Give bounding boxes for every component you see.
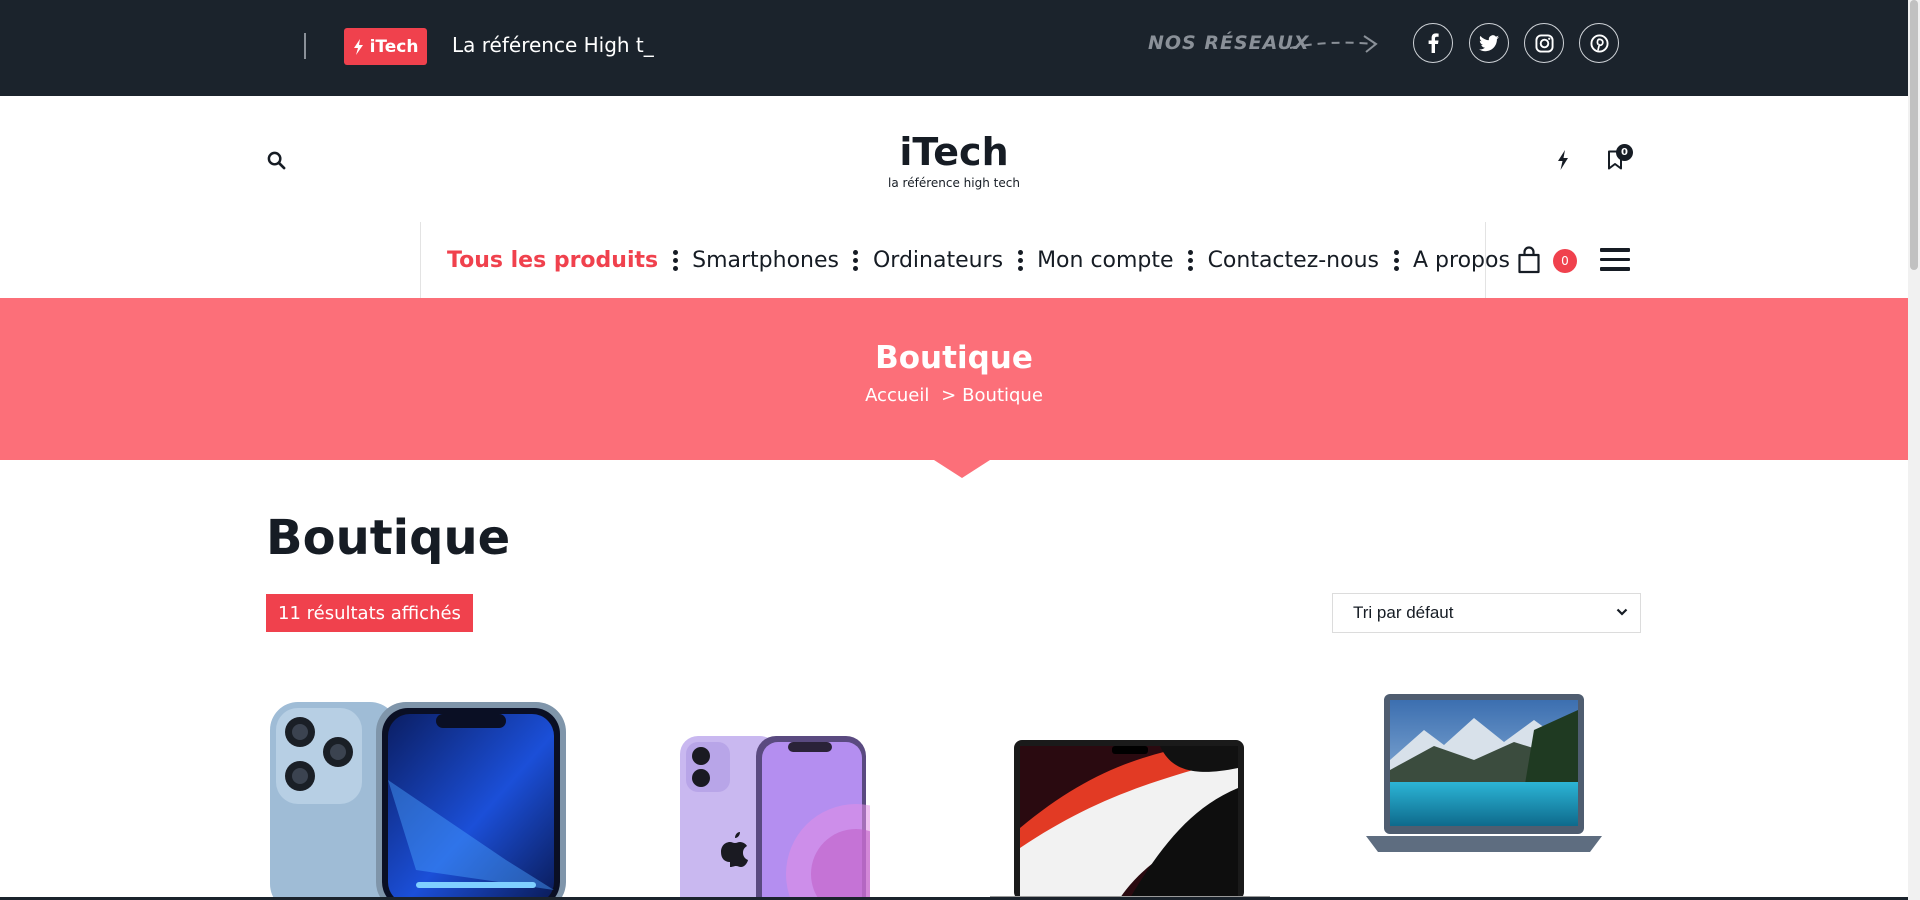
nav-separator <box>1182 249 1200 271</box>
pinterest-icon <box>1589 33 1609 53</box>
nav-item-my-account[interactable]: Mon compte <box>1037 248 1174 273</box>
nav-separator <box>1011 249 1029 271</box>
instagram-icon <box>1534 33 1554 53</box>
laptop-image[interactable] <box>1364 690 1604 860</box>
banner-notch <box>934 460 990 478</box>
macbook-pro-image[interactable] <box>990 738 1270 900</box>
page-scrollbar[interactable] <box>1908 0 1920 900</box>
brand-tagline: la référence high tech <box>888 176 1020 190</box>
twitter-icon <box>1479 34 1499 51</box>
nav-item-smartphones[interactable]: Smartphones <box>692 248 839 273</box>
facebook-button[interactable] <box>1413 23 1453 63</box>
page-title: Boutique <box>266 510 511 566</box>
lightning-icon <box>353 38 363 55</box>
nav-separator <box>847 249 865 271</box>
facebook-icon <box>1428 33 1439 53</box>
banner-title: Boutique <box>875 340 1033 376</box>
dashed-arrow-icon <box>1289 35 1378 53</box>
nav-divider-left <box>420 222 421 298</box>
sort-select[interactable]: Tri par défaut <box>1332 593 1641 633</box>
menu-icon[interactable] <box>1600 248 1630 277</box>
nav-menu: Tous les produits Smartphones Ordinateur… <box>447 222 1510 298</box>
instagram-button[interactable] <box>1524 23 1564 63</box>
breadcrumb-home[interactable]: Accueil <box>865 385 929 406</box>
nav-separator <box>666 249 684 271</box>
pinterest-button[interactable] <box>1579 23 1619 63</box>
twitter-button[interactable] <box>1469 23 1509 63</box>
top-bar: iTech La référence High t_ NOS RÉSEAUX <box>0 0 1908 96</box>
iphone-12-purple-image[interactable] <box>676 734 870 900</box>
lightning-icon[interactable] <box>1557 150 1569 170</box>
breadcrumb-current: Boutique <box>962 385 1043 406</box>
top-bar-divider <box>304 33 306 59</box>
nav-divider-right <box>1485 222 1486 298</box>
bookmark-count-badge: 0 <box>1616 144 1633 161</box>
nav-separator <box>1387 249 1405 271</box>
results-count-badge: 11 résultats affichés <box>266 594 473 632</box>
breadcrumb: Accueil > Boutique <box>0 385 1908 406</box>
itech-badge-label: iTech <box>369 36 419 57</box>
nav-item-about[interactable]: A propos <box>1413 248 1510 273</box>
breadcrumb-separator: > <box>941 385 957 406</box>
chevron-down-icon <box>1616 608 1628 616</box>
shopping-bag-icon[interactable] <box>1517 246 1541 274</box>
sort-selected-value: Tri par défaut <box>1353 603 1454 622</box>
iphone-13-pro-image[interactable] <box>266 700 570 900</box>
page-banner <box>0 298 1908 460</box>
social-label: NOS RÉSEAUX <box>1148 32 1310 54</box>
itech-badge[interactable]: iTech <box>344 28 427 65</box>
nav-item-contact[interactable]: Contactez-nous <box>1208 248 1379 273</box>
news-ticker[interactable]: La référence High t_ <box>452 33 654 57</box>
cart-count-badge: 0 <box>1553 249 1577 273</box>
nav-item-all-products[interactable]: Tous les produits <box>447 248 658 273</box>
nav-item-computers[interactable]: Ordinateurs <box>873 248 1003 273</box>
scrollbar-thumb[interactable] <box>1910 0 1918 270</box>
